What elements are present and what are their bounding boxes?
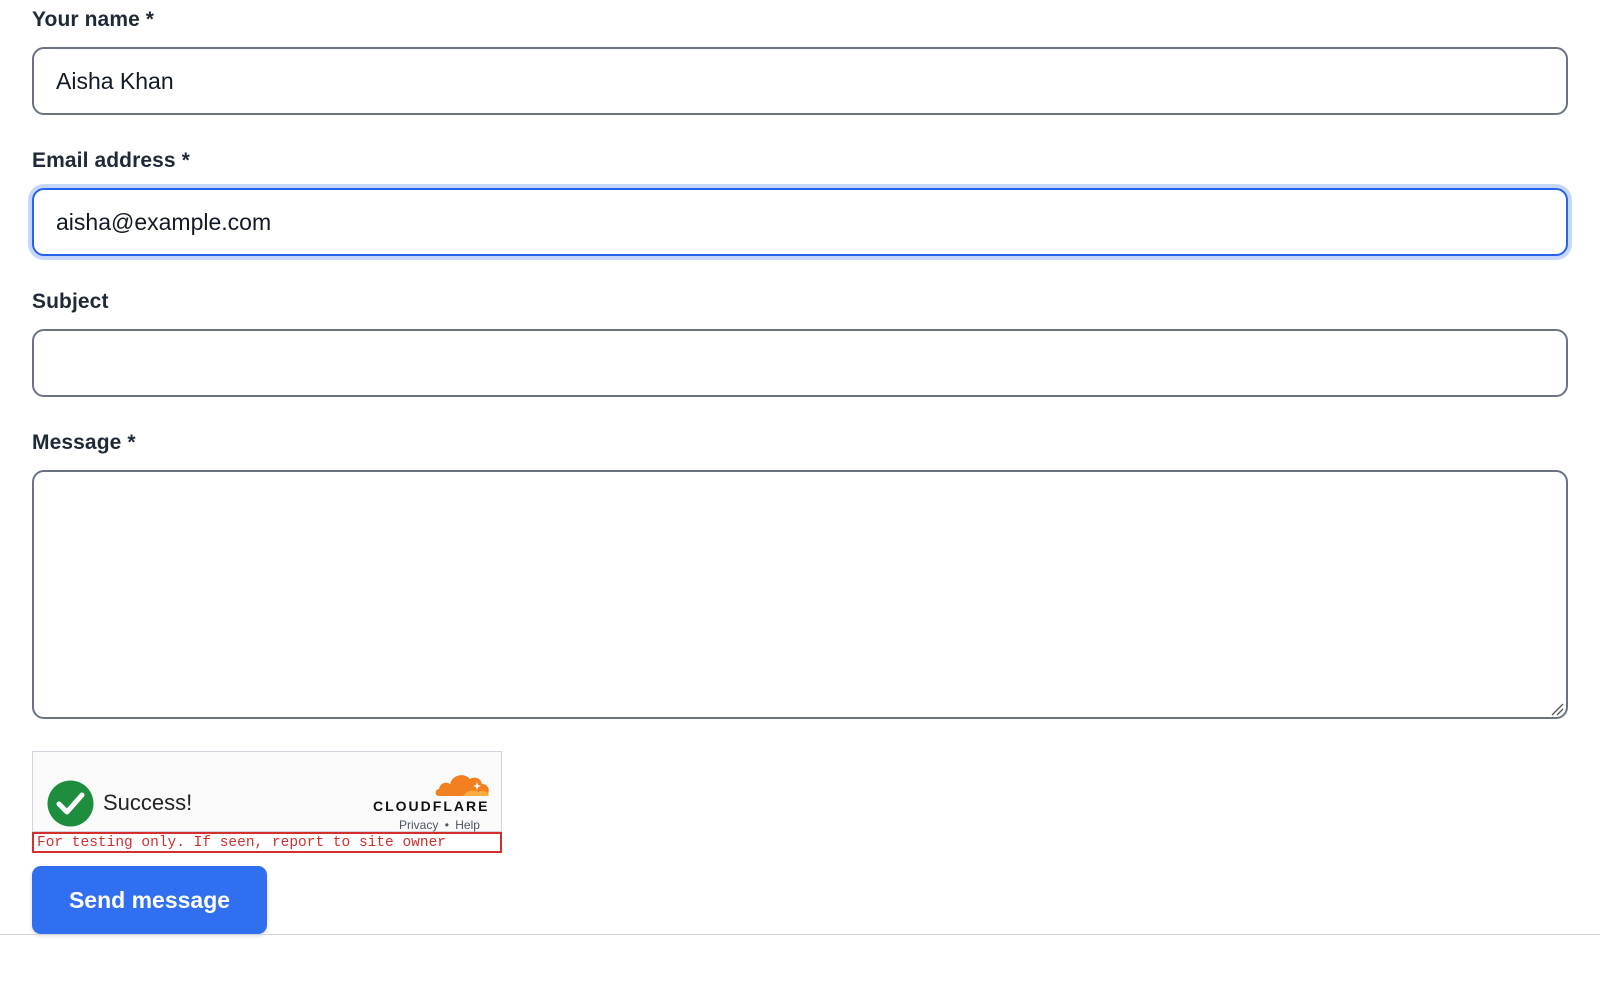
email-input[interactable] xyxy=(32,188,1568,256)
page-divider xyxy=(0,934,1600,935)
message-label: Message * xyxy=(32,431,136,454)
subject-label: Subject xyxy=(32,290,109,313)
link-separator: • xyxy=(444,818,449,832)
turnstile-links: Privacy • Help xyxy=(399,818,480,832)
cloudflare-wordmark: CLOUDFLARE xyxy=(373,798,490,814)
turnstile-status-text: Success! xyxy=(103,790,193,815)
resize-grip-icon[interactable] xyxy=(1550,702,1564,716)
privacy-link[interactable]: Privacy xyxy=(399,818,438,832)
testing-warning-banner: For testing only. If seen, report to sit… xyxy=(32,832,502,853)
message-textarea[interactable] xyxy=(32,470,1568,719)
cloudflare-turnstile-widget: Success! CLOUDFLARE Privacy • Help xyxy=(32,751,502,832)
send-message-button[interactable]: Send message xyxy=(32,866,267,934)
checkmark-circle-icon xyxy=(47,780,94,827)
help-link[interactable]: Help xyxy=(455,818,480,832)
email-label: Email address * xyxy=(32,149,190,172)
cloudflare-cloud-icon xyxy=(435,775,489,796)
subject-input[interactable] xyxy=(32,329,1568,397)
name-input[interactable] xyxy=(32,47,1568,115)
name-label: Your name * xyxy=(32,8,155,31)
